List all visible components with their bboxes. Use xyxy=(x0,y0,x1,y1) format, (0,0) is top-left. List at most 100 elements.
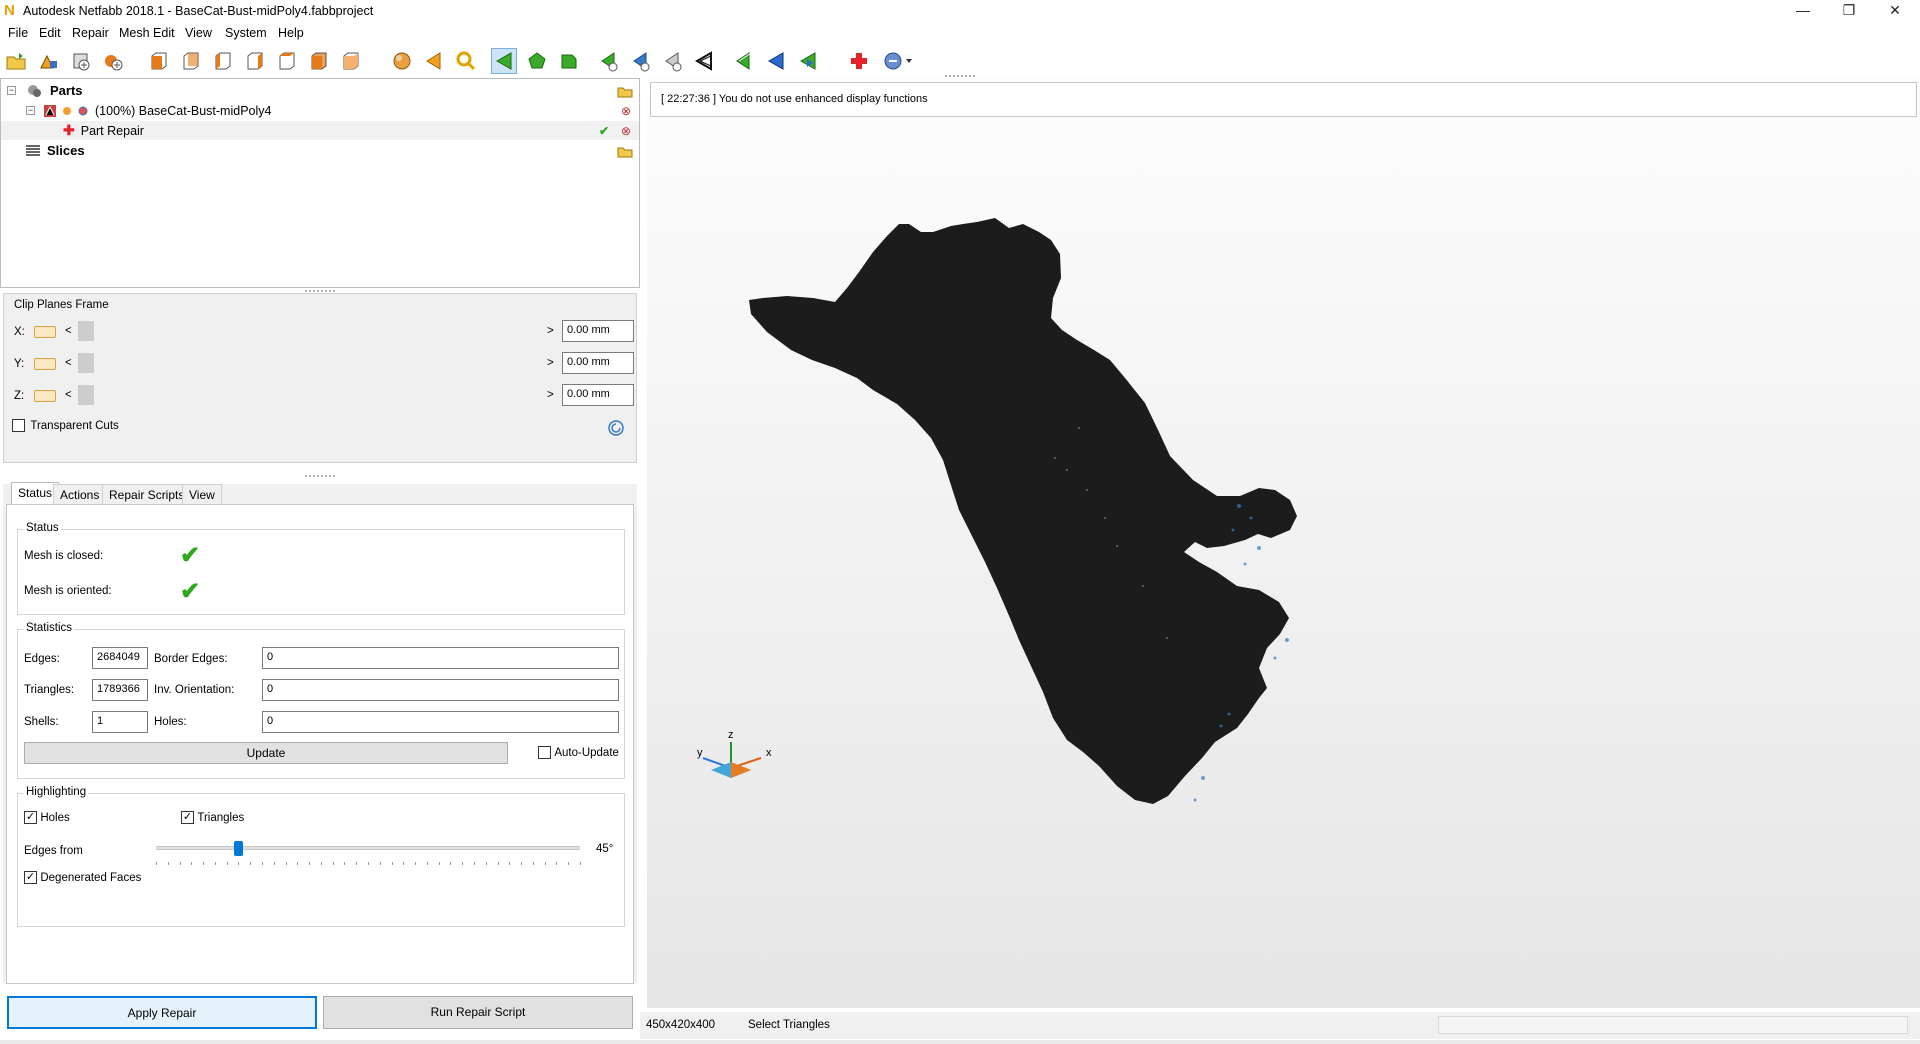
slider-left-arrow[interactable]: < xyxy=(65,389,72,401)
degenerated-faces-checkbox[interactable]: ✓ Degenerated Faces xyxy=(24,870,141,885)
checkbox-box[interactable]: ✓ xyxy=(24,811,37,825)
add-slice-icon[interactable] xyxy=(100,48,126,74)
triangles-checkbox[interactable]: ✓ Triangles xyxy=(181,810,244,825)
invert-selection-icon[interactable] xyxy=(795,48,821,74)
folder-icon[interactable] xyxy=(617,144,633,158)
select-triangles-icon[interactable] xyxy=(491,48,517,74)
menu-repair[interactable]: Repair xyxy=(72,26,109,40)
reset-icon[interactable] xyxy=(607,419,625,437)
menu-edit[interactable]: Edit xyxy=(39,26,61,40)
status-group: Status Mesh is closed: ✔ Mesh is oriente… xyxy=(17,522,625,615)
holes-checkbox[interactable]: ✓ Holes xyxy=(24,810,70,825)
wireframe-icon[interactable] xyxy=(692,48,718,74)
checkbox-box[interactable]: ✓ xyxy=(181,811,194,825)
apply-check-icon[interactable]: ✔ xyxy=(599,124,609,138)
3d-viewport[interactable]: z y x xyxy=(647,75,1920,1008)
select-shell-icon[interactable] xyxy=(556,48,582,74)
checkbox-box[interactable] xyxy=(538,746,551,760)
part-repair-label: Part Repair xyxy=(80,123,144,138)
auto-update-checkbox[interactable]: Auto-Update xyxy=(538,745,619,760)
slider-thumb[interactable] xyxy=(233,841,243,856)
collapse-icon[interactable]: − xyxy=(7,86,16,95)
folder-icon[interactable] xyxy=(617,84,633,98)
tab-status[interactable]: Status xyxy=(11,482,60,505)
view-left-icon[interactable] xyxy=(210,48,236,74)
menu-system[interactable]: System xyxy=(225,26,267,40)
tree-row-parts[interactable]: − Parts xyxy=(1,81,639,100)
border-edges-field[interactable]: 0 xyxy=(262,647,619,669)
view-bottom-icon[interactable] xyxy=(306,48,332,74)
clip-slider-y[interactable] xyxy=(78,353,94,373)
visibility-icon[interactable] xyxy=(61,105,73,117)
collapse-icon[interactable]: − xyxy=(26,106,35,115)
clip-slider-z[interactable] xyxy=(78,385,94,405)
plane-toggle-z[interactable] xyxy=(34,390,56,402)
view-top-icon[interactable] xyxy=(274,48,300,74)
select-surface-icon[interactable] xyxy=(524,48,550,74)
restore-button[interactable]: ❐ xyxy=(1826,0,1872,22)
tab-actions[interactable]: Actions xyxy=(53,484,107,505)
open-folder-icon[interactable] xyxy=(3,48,29,74)
transparent-cuts-checkbox[interactable]: Transparent Cuts xyxy=(12,418,119,433)
slider-tick xyxy=(368,862,369,865)
clip-value-y[interactable]: 0.00 mm xyxy=(562,352,634,374)
inv-orientation-field[interactable]: 0 xyxy=(262,679,619,701)
menu-view[interactable]: View xyxy=(185,26,212,40)
slider-tick xyxy=(379,862,381,865)
remove-part-icon[interactable]: ⊗ xyxy=(621,104,631,118)
slider-right-arrow[interactable]: > xyxy=(547,357,554,369)
help-dropdown-icon[interactable] xyxy=(880,48,916,74)
tab-view[interactable]: View xyxy=(182,484,222,505)
dimensions-text: 450x420x400 xyxy=(646,1019,716,1031)
view-back-icon[interactable] xyxy=(178,48,204,74)
cut-icon[interactable] xyxy=(660,48,686,74)
tree-row-part[interactable]: − (100%) BaseCat-Bust-midPoly4 ⊗ xyxy=(1,101,639,120)
tree-row-part-repair[interactable]: ✚ Part Repair ✔ ⊗ xyxy=(1,121,639,140)
clip-value-z[interactable]: 0.00 mm xyxy=(562,384,634,406)
remove-triangle-icon[interactable] xyxy=(628,48,654,74)
select-blue-icon[interactable] xyxy=(763,48,789,74)
plane-toggle-y[interactable] xyxy=(34,358,56,370)
clip-slider-x[interactable] xyxy=(78,321,94,341)
checkbox-box[interactable] xyxy=(12,419,25,433)
clip-value-x[interactable]: 0.00 mm xyxy=(562,320,634,342)
splitter-handle[interactable] xyxy=(305,475,335,479)
slider-right-arrow[interactable]: > xyxy=(547,389,554,401)
add-triangle-icon[interactable] xyxy=(596,48,622,74)
menu-mesh-edit[interactable]: Mesh Edit xyxy=(119,26,175,40)
status-bar: 450x420x400 Select Triangles xyxy=(640,1012,1920,1039)
holes-field[interactable]: 0 xyxy=(262,711,619,733)
shells-field[interactable]: 1 xyxy=(92,711,148,733)
minimize-button[interactable]: — xyxy=(1780,0,1826,22)
slider-right-arrow[interactable]: > xyxy=(547,325,554,337)
view-right-icon[interactable] xyxy=(242,48,268,74)
apply-repair-button[interactable]: Apply Repair xyxy=(7,996,317,1029)
run-repair-script-button[interactable]: Run Repair Script xyxy=(323,996,633,1029)
edges-from-slider[interactable] xyxy=(156,841,580,856)
color-icon[interactable] xyxy=(77,105,89,117)
undo-green-icon[interactable] xyxy=(731,48,757,74)
zoom-icon[interactable] xyxy=(453,48,479,74)
slider-left-arrow[interactable]: < xyxy=(65,357,72,369)
cancel-repair-icon[interactable]: ⊗ xyxy=(621,124,631,138)
edges-field[interactable]: 2684049 xyxy=(92,647,148,669)
repair-cross-icon[interactable] xyxy=(846,48,872,74)
arrow-left-orange-icon[interactable] xyxy=(421,48,447,74)
slider-left-arrow[interactable]: < xyxy=(65,325,72,337)
checkbox-box[interactable]: ✓ xyxy=(24,871,37,885)
slider-tick xyxy=(332,862,334,865)
tree-row-slices[interactable]: Slices xyxy=(1,141,639,160)
sphere-icon[interactable] xyxy=(389,48,415,74)
view-iso-icon[interactable] xyxy=(338,48,364,74)
cat-model-mesh[interactable] xyxy=(647,78,1920,1008)
plane-toggle-x[interactable] xyxy=(34,326,56,338)
menu-file[interactable]: File xyxy=(8,26,28,40)
triangles-field[interactable]: 1789366 xyxy=(92,679,148,701)
update-button[interactable]: Update xyxy=(24,742,508,764)
tab-repair-scripts[interactable]: Repair Scripts xyxy=(102,484,192,505)
menu-help[interactable]: Help xyxy=(278,26,304,40)
close-button[interactable]: ✕ xyxy=(1872,0,1918,22)
view-front-icon[interactable] xyxy=(146,48,172,74)
add-part-icon[interactable] xyxy=(36,48,62,74)
add-part-from-disk-icon[interactable] xyxy=(68,48,94,74)
